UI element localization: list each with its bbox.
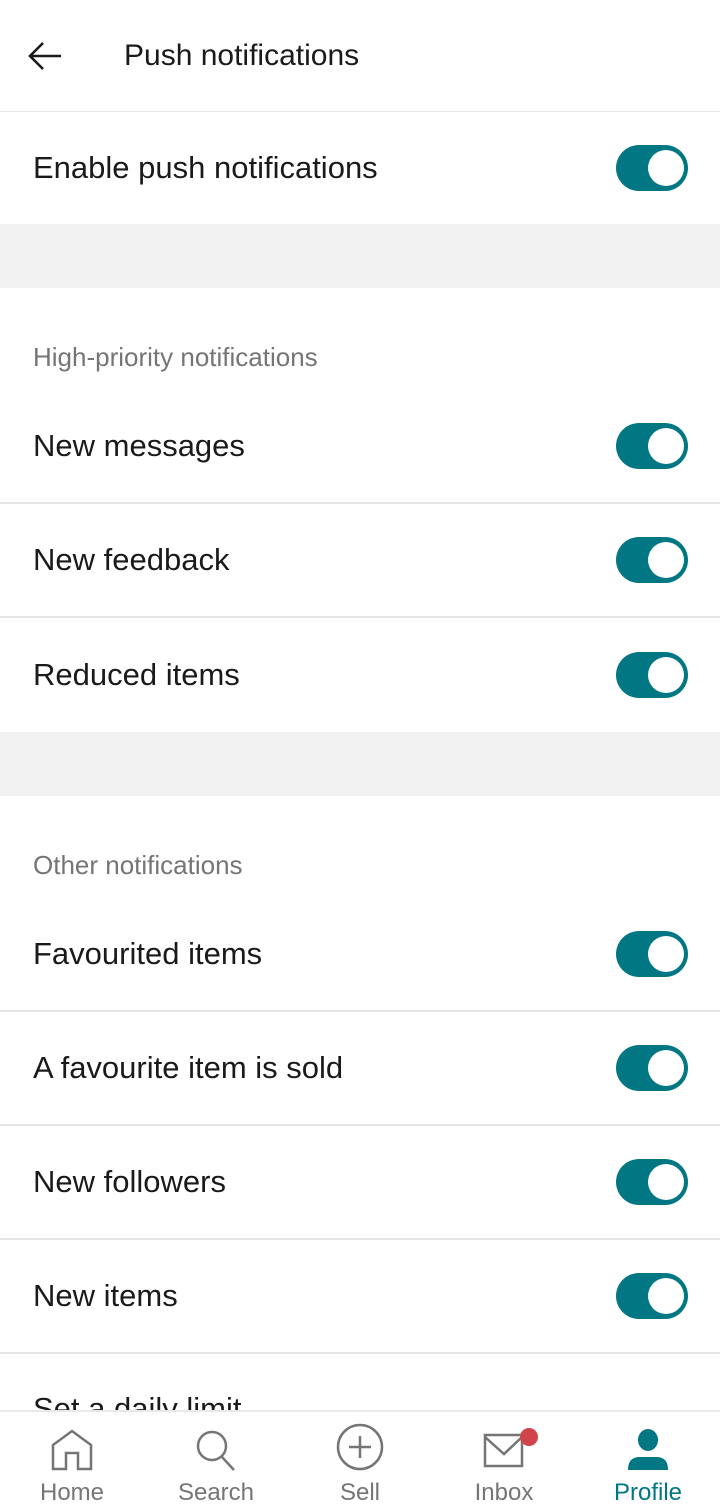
header: Push notifications [0, 0, 720, 112]
row-label: Reduced items [33, 657, 240, 692]
new-items-toggle[interactable] [616, 1273, 688, 1319]
row-label: Enable push notifications [33, 150, 378, 185]
section-divider [0, 224, 720, 288]
row-label: Set a daily limit [33, 1391, 242, 1411]
row-label: New feedback [33, 542, 230, 577]
nav-sell[interactable]: Sell [288, 1412, 432, 1507]
enable-push-row[interactable]: Enable push notifications [0, 112, 720, 224]
person-icon [628, 1429, 668, 1470]
mail-icon [483, 1433, 524, 1468]
page-title: Push notifications [124, 38, 360, 72]
new-followers-toggle[interactable] [616, 1159, 688, 1205]
bottom-nav: Home Search Sell Inbox Profile [0, 1410, 720, 1507]
search-icon [196, 1430, 235, 1471]
section-title: Other notifications [33, 849, 243, 880]
new-feedback-toggle[interactable] [616, 537, 688, 583]
row-label: Favourited items [33, 936, 263, 971]
nav-inbox[interactable]: Inbox [432, 1412, 576, 1507]
section-divider [0, 732, 720, 796]
new-feedback-row[interactable]: New feedback [0, 504, 720, 618]
row-label: New followers [33, 1164, 226, 1199]
new-items-row[interactable]: New items [0, 1240, 720, 1354]
reduced-items-toggle[interactable] [616, 652, 688, 698]
nav-profile[interactable]: Profile [576, 1412, 720, 1507]
nav-home[interactable]: Home [0, 1412, 144, 1507]
favourited-items-toggle[interactable] [616, 931, 688, 977]
nav-search[interactable]: Search [144, 1412, 288, 1507]
row-label: New items [33, 1278, 178, 1313]
enable-push-toggle[interactable] [616, 145, 688, 191]
favourite-sold-row[interactable]: A favourite item is sold [0, 1012, 720, 1126]
nav-label: Profile [613, 1479, 683, 1506]
row-label: New messages [33, 428, 245, 463]
row-label: A favourite item is sold [33, 1050, 344, 1085]
arrow-left-icon [28, 41, 61, 70]
new-messages-toggle[interactable] [616, 423, 688, 469]
nav-label: Home [39, 1479, 105, 1506]
nav-label: Inbox [474, 1479, 534, 1506]
back-button[interactable] [0, 0, 92, 112]
new-messages-row[interactable]: New messages [0, 390, 720, 504]
home-icon [51, 1429, 93, 1471]
new-followers-row[interactable]: New followers [0, 1126, 720, 1240]
favourited-items-row[interactable]: Favourited items [0, 898, 720, 1012]
section-title: High-priority notifications [33, 341, 318, 372]
favourite-sold-toggle[interactable] [616, 1045, 688, 1091]
notification-badge [520, 1428, 538, 1446]
plus-circle-icon [336, 1423, 384, 1471]
reduced-items-row[interactable]: Reduced items [0, 618, 720, 732]
daily-limit-row[interactable]: Set a daily limit [0, 1354, 720, 1411]
nav-label: Sell [339, 1479, 381, 1506]
nav-label: Search [177, 1479, 255, 1506]
